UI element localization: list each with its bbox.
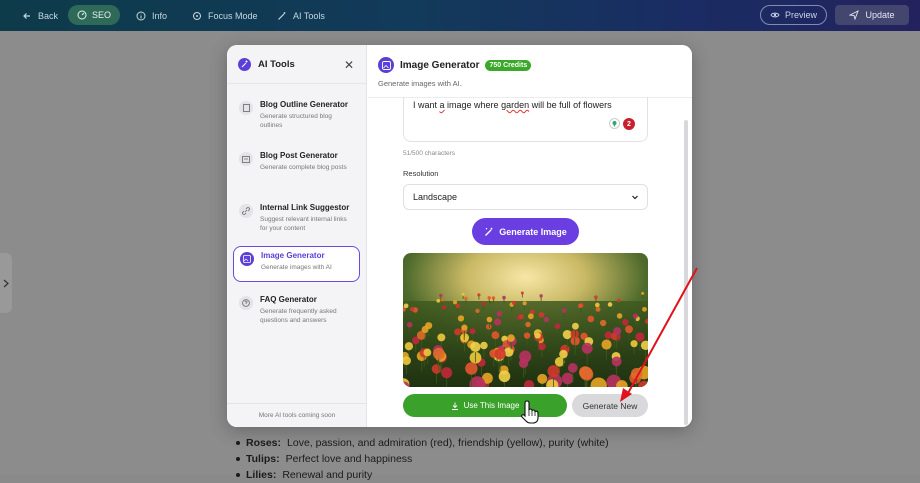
chevron-down-icon xyxy=(632,195,638,200)
sparkle-icon xyxy=(238,57,251,71)
arrow-left-icon xyxy=(23,12,30,19)
link-icon xyxy=(239,204,253,218)
tool-faq-generator[interactable]: FAQ Generator Generate frequently asked q… xyxy=(233,291,360,329)
tool-blog-outline-generator[interactable]: Blog Outline Generator Generate structure… xyxy=(233,96,360,134)
textarea-extensions: 2 xyxy=(609,118,635,130)
article-icon xyxy=(239,152,253,166)
focus-mode-tab[interactable]: Focus Mode xyxy=(192,0,258,31)
prompt-textarea[interactable]: I want a image where garden will be full… xyxy=(403,97,648,142)
spellcheck-badge[interactable]: 2 xyxy=(623,118,635,130)
gauge-icon xyxy=(77,10,87,20)
panel-scrollbar[interactable] xyxy=(684,120,688,425)
tool-image-generator[interactable]: Image Generator Generate images with AI xyxy=(233,246,360,282)
focus-icon xyxy=(193,11,201,20)
info-label: Info xyxy=(152,10,168,21)
ai-tools-label: AI Tools xyxy=(293,10,325,21)
eye-icon xyxy=(770,12,780,18)
tool-desc: Generate complete blog posts xyxy=(260,164,347,171)
info-icon xyxy=(136,11,146,20)
panel-title: Image Generator xyxy=(400,59,480,71)
tool-desc: Generate structured blog outlines xyxy=(260,113,332,129)
sidebar-footer: More AI tools coming soon xyxy=(227,403,367,427)
back-button[interactable]: Back xyxy=(22,0,58,31)
use-label: Use This Image xyxy=(463,401,520,410)
top-toolbar: Back SEO Info Focus Mode AI Tools Previe… xyxy=(0,0,920,31)
prompt-text: I want a image where garden will be full… xyxy=(413,100,612,110)
image-generator-panel: Image Generator 750 Credits Generate ima… xyxy=(368,45,692,427)
download-icon xyxy=(451,402,458,410)
generate-image-button[interactable]: Generate Image xyxy=(472,218,579,245)
list-item: Roses: Love, passion, and admiration (red… xyxy=(236,435,609,451)
resolution-value: Landscape xyxy=(413,192,458,202)
question-icon xyxy=(239,296,253,310)
tool-name: Blog Outline Generator xyxy=(260,100,349,109)
ai-tools-sidebar: AI Tools ✕ Blog Outline Generator Generat… xyxy=(227,45,367,427)
magic-wand-icon xyxy=(278,11,286,20)
seo-label: SEO xyxy=(91,10,111,20)
panel-header: Image Generator 750 Credits xyxy=(378,57,532,73)
close-icon[interactable]: ✕ xyxy=(344,58,354,72)
list-item: Lilies: Renewal and purity xyxy=(236,467,609,483)
garden-flowers-image xyxy=(403,253,648,387)
credits-badge: 750 Credits xyxy=(485,59,532,71)
document-icon xyxy=(239,101,253,115)
focus-label: Focus Mode xyxy=(208,10,258,21)
preview-label: Preview xyxy=(784,10,817,20)
chevron-right-icon xyxy=(3,279,9,287)
image-icon xyxy=(378,57,394,73)
preview-button[interactable]: Preview xyxy=(760,5,827,25)
use-this-image-button[interactable]: Use This Image xyxy=(403,394,567,417)
back-label: Back xyxy=(38,10,59,21)
sidebar-title: AI Tools xyxy=(258,58,295,70)
magic-wand-icon xyxy=(485,227,493,236)
character-count: 51/500 characters xyxy=(403,150,456,157)
tool-internal-link-suggestor[interactable]: Internal Link Suggestor Suggest relevant … xyxy=(233,199,360,237)
send-icon xyxy=(849,10,860,20)
image-icon xyxy=(240,252,254,266)
tool-name: Blog Post Generator xyxy=(260,151,338,160)
resolution-select[interactable]: Landscape xyxy=(403,184,648,210)
seo-tab[interactable]: SEO xyxy=(68,5,120,25)
flower-meanings-list: Roses: Love, passion, and admiration (red… xyxy=(236,435,609,483)
ai-tools-tab[interactable]: AI Tools xyxy=(277,0,325,31)
update-label: Update xyxy=(865,10,895,20)
tool-name: Internal Link Suggestor xyxy=(260,203,350,212)
generated-image xyxy=(403,253,648,387)
new-label: Generate New xyxy=(582,400,638,411)
ai-tools-modal: AI Tools ✕ Blog Outline Generator Generat… xyxy=(227,45,692,427)
generate-label: Generate Image xyxy=(499,226,567,237)
tool-name: Image Generator xyxy=(261,251,325,260)
list-item: Tulips: Perfect love and happiness xyxy=(236,451,609,467)
tool-name: FAQ Generator xyxy=(260,295,317,304)
tool-desc: Suggest relevant internal links for your… xyxy=(260,216,347,232)
resolution-label: Resolution xyxy=(403,169,439,178)
tool-blog-post-generator[interactable]: Blog Post Generator Generate complete blo… xyxy=(233,147,360,185)
info-tab[interactable]: Info xyxy=(136,0,167,31)
tool-desc: Generate images with AI xyxy=(261,264,332,271)
update-button[interactable]: Update xyxy=(835,5,909,25)
tool-desc: Generate frequently asked questions and … xyxy=(260,308,337,324)
expand-panel-handle[interactable] xyxy=(0,253,12,313)
grammar-check-icon[interactable] xyxy=(609,118,620,129)
generate-new-button[interactable]: Generate New xyxy=(572,394,648,417)
panel-subtitle: Generate images with AI. xyxy=(378,79,462,88)
